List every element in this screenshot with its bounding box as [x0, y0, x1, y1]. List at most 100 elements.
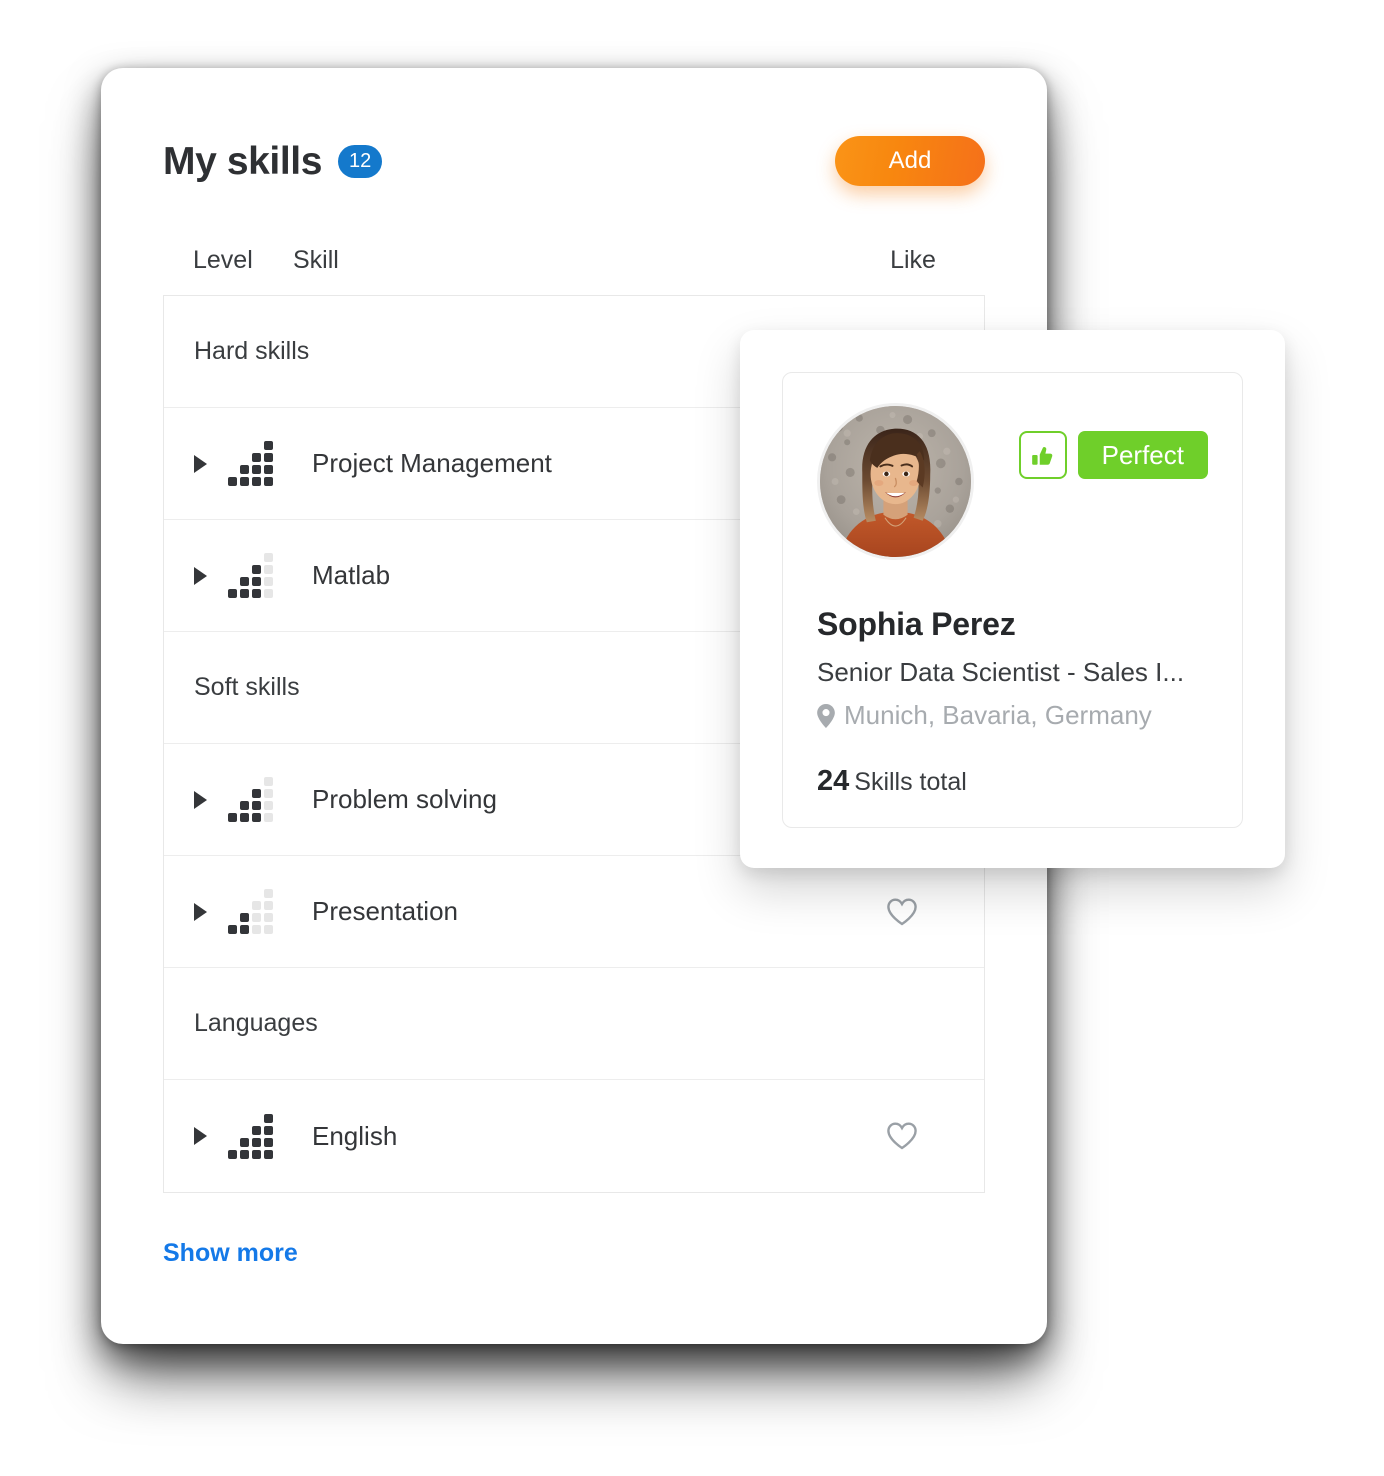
- skill-level-dot: [252, 913, 261, 922]
- add-skill-button[interactable]: Add: [835, 136, 985, 186]
- skill-level-dot: [264, 813, 273, 822]
- skills-header: My skills 12 Add: [163, 130, 985, 192]
- skill-level-column: [264, 553, 273, 598]
- skill-row[interactable]: Presentation: [164, 856, 984, 968]
- skill-level-indicator: [228, 553, 294, 598]
- title-group: My skills 12: [163, 139, 383, 183]
- skill-level-dot: [264, 1137, 273, 1147]
- skill-level-dot: [264, 465, 273, 474]
- expand-row-toggle[interactable]: [194, 1127, 228, 1145]
- skill-level-column: [264, 777, 273, 822]
- heart-icon: [887, 898, 917, 925]
- page-title: My skills: [163, 139, 322, 183]
- skill-level-column: [252, 901, 261, 934]
- skill-section-label: Hard skills: [194, 337, 310, 365]
- show-more-link[interactable]: Show more: [163, 1239, 298, 1268]
- skill-level-dot: [264, 1113, 273, 1123]
- skills-total-label: Skills total: [854, 768, 967, 796]
- skill-level-dot: [264, 889, 273, 898]
- skill-level-column: [240, 801, 249, 822]
- skill-section-header: Languages: [164, 968, 984, 1080]
- skill-level-indicator: [228, 441, 294, 486]
- skill-level-column: [228, 589, 237, 598]
- skill-level-column: [240, 577, 249, 598]
- skill-level-dot: [252, 577, 261, 586]
- skill-level-column: [252, 565, 261, 598]
- skills-total-number: 24: [817, 765, 850, 797]
- profile-card-body: Perfect Sophia Perez Senior Data Scienti…: [782, 372, 1243, 828]
- skill-level-dot: [252, 589, 261, 598]
- skill-level-dot: [252, 1149, 261, 1159]
- skill-level-dot: [264, 477, 273, 486]
- skill-level-dot: [264, 1125, 273, 1135]
- profile-top-row: Perfect: [817, 403, 1208, 560]
- chevron-right-icon: [194, 454, 207, 473]
- expand-row-toggle[interactable]: [194, 454, 228, 473]
- column-header-skill: Skill: [293, 246, 339, 274]
- skill-level-dot: [240, 801, 249, 810]
- skill-level-column: [252, 453, 261, 486]
- skill-level-dot: [240, 589, 249, 598]
- skill-level-indicator: [228, 1113, 294, 1159]
- skill-level-column: [264, 441, 273, 486]
- skill-level-dot: [240, 925, 249, 934]
- skill-level-dot: [228, 1149, 237, 1159]
- like-skill-button[interactable]: [842, 1121, 962, 1151]
- skill-name: Presentation: [312, 896, 458, 926]
- profile-location-text: Munich, Bavaria, Germany: [844, 700, 1152, 730]
- heart-icon: [887, 1122, 917, 1150]
- skill-level-dot: [264, 565, 273, 574]
- skill-level-column: [264, 889, 273, 934]
- skill-level-dot: [252, 925, 261, 934]
- skill-level-indicator: [228, 889, 294, 934]
- skill-level-dot: [252, 813, 261, 822]
- skill-level-dot: [240, 1137, 249, 1147]
- skill-level-dot: [228, 813, 237, 822]
- skill-level-dot: [264, 789, 273, 798]
- skill-level-dot: [252, 789, 261, 798]
- skill-level-column: [264, 1113, 273, 1159]
- column-header-level: Level: [193, 246, 253, 274]
- skill-level-dot: [240, 465, 249, 474]
- skill-level-dot: [252, 453, 261, 462]
- avatar: [817, 403, 974, 560]
- skill-level-column: [228, 813, 237, 822]
- skill-level-dot: [252, 801, 261, 810]
- expand-row-toggle[interactable]: [194, 790, 228, 809]
- skills-count-badge: 12: [338, 144, 383, 178]
- skill-level-dot: [228, 925, 237, 934]
- like-skill-button[interactable]: [842, 897, 962, 927]
- skill-level-dot: [228, 589, 237, 598]
- skill-section-label: Soft skills: [194, 673, 300, 701]
- skill-level-dot: [264, 589, 273, 598]
- skill-level-dot: [228, 477, 237, 486]
- expand-row-toggle[interactable]: [194, 566, 228, 585]
- skill-level-dot: [240, 913, 249, 922]
- chevron-right-icon: [194, 566, 207, 585]
- skill-level-dot: [264, 913, 273, 922]
- skill-level-column: [228, 925, 237, 934]
- skill-level-dot: [252, 901, 261, 910]
- skill-level-dot: [264, 453, 273, 462]
- skill-level-dot: [264, 777, 273, 786]
- skill-section-label: Languages: [194, 1009, 318, 1037]
- skill-level-dot: [264, 925, 273, 934]
- skill-level-column: [240, 1137, 249, 1159]
- skill-level-dot: [264, 901, 273, 910]
- chevron-right-icon: [194, 790, 207, 809]
- skill-level-dot: [240, 813, 249, 822]
- skill-row[interactable]: English: [164, 1080, 984, 1192]
- skill-level-dot: [264, 577, 273, 586]
- screenshot-stage: My skills 12 Add Level Skill Like Hard s…: [0, 0, 1384, 1476]
- skill-level-column: [228, 477, 237, 486]
- thumbs-up-icon[interactable]: [1018, 431, 1067, 479]
- skill-level-dot: [252, 1125, 261, 1135]
- skill-level-column: [240, 465, 249, 486]
- skill-level-dot: [264, 441, 273, 450]
- skill-level-column: [240, 913, 249, 934]
- rating-badge[interactable]: Perfect: [1077, 431, 1208, 479]
- skill-level-dot: [264, 553, 273, 562]
- skill-level-dot: [264, 1149, 273, 1159]
- skill-level-dot: [240, 577, 249, 586]
- expand-row-toggle[interactable]: [194, 902, 228, 921]
